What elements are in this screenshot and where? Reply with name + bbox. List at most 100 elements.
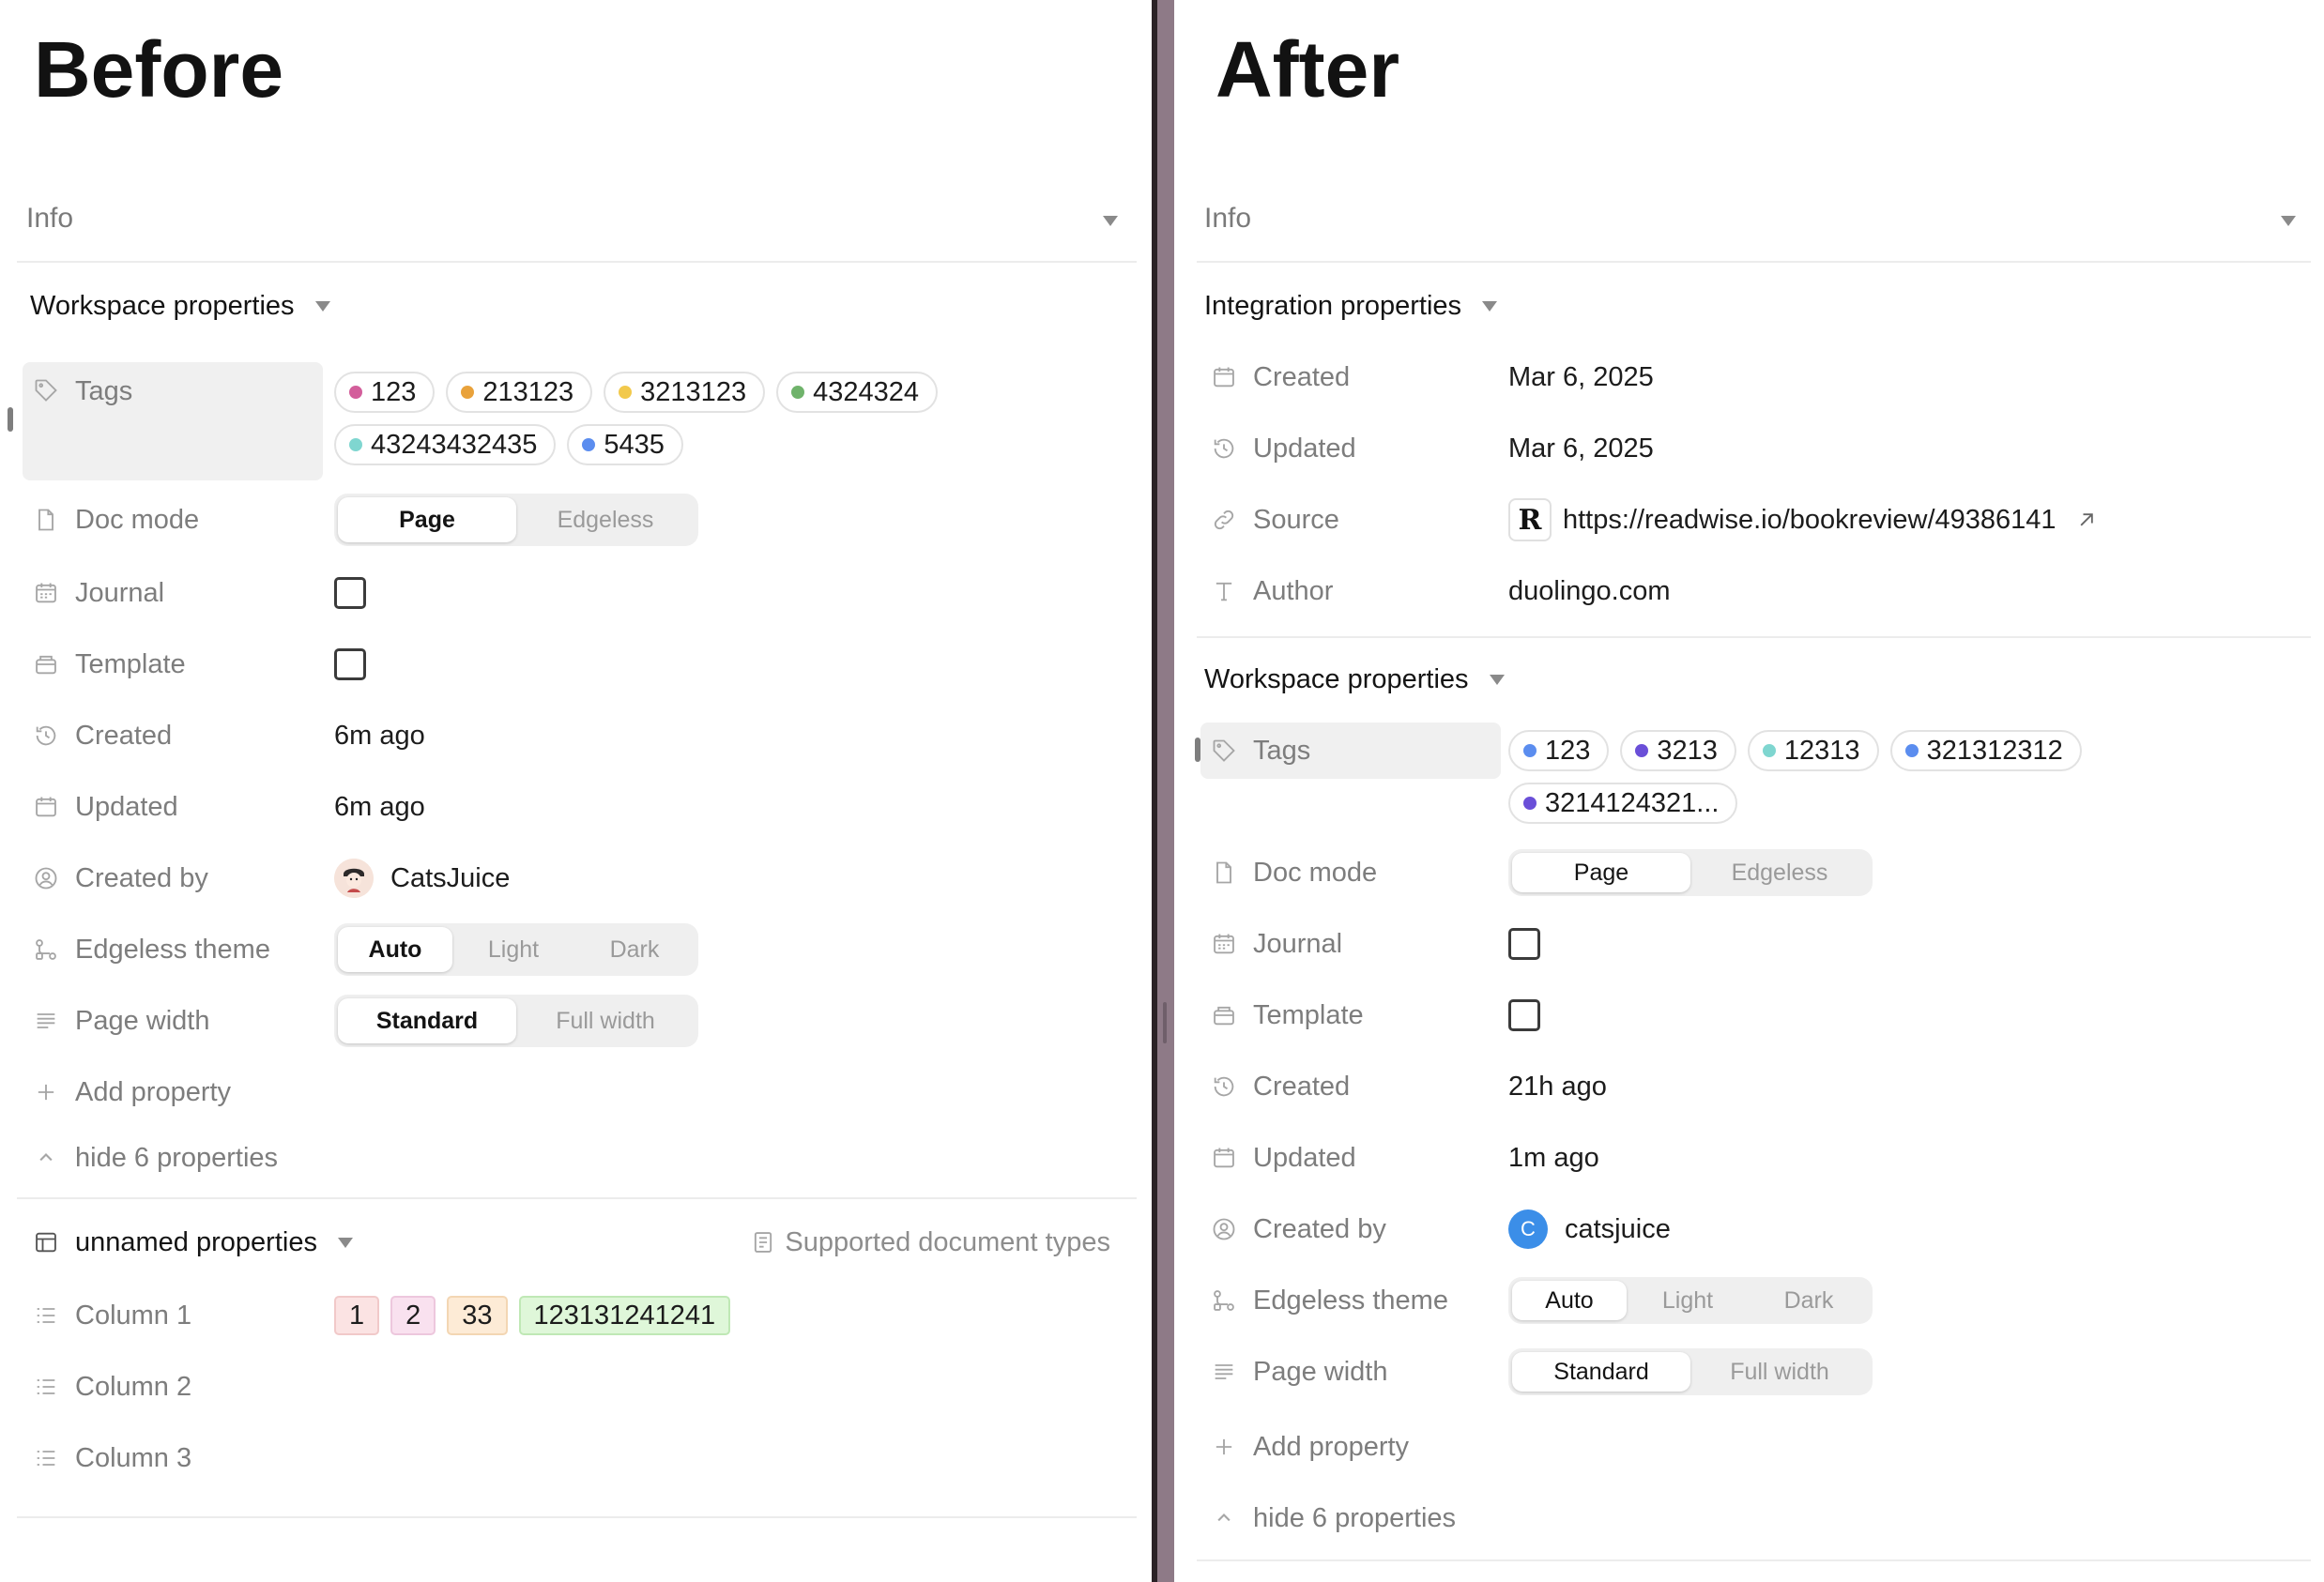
property-name-edgeless-theme[interactable]: Edgeless theme	[1200, 1272, 1501, 1329]
info-label: Info	[1204, 203, 1252, 234]
doc-mode-edgeless-option[interactable]: Edgeless	[516, 497, 695, 542]
tag-chip[interactable]: 123	[334, 372, 436, 413]
tag-list[interactable]: 123 213123 3213123 4324324 43243432435 5435	[334, 372, 1029, 465]
property-name-column[interactable]: Column 3	[23, 1430, 323, 1486]
template-checkbox[interactable]	[1508, 999, 1540, 1031]
property-name-doc-mode[interactable]: Doc mode	[1200, 844, 1501, 901]
property-name-page-width[interactable]: Page width	[23, 993, 323, 1049]
add-property-button[interactable]: Add property	[23, 1064, 1137, 1120]
select-chip[interactable]: 123131241241	[518, 1296, 731, 1335]
tag-chip[interactable]: 5435	[567, 424, 683, 465]
property-name-column[interactable]: Column 2	[23, 1359, 323, 1415]
theme-auto-option[interactable]: Auto	[338, 927, 452, 972]
select-chip[interactable]: 2	[390, 1296, 436, 1335]
property-label: Updated	[75, 791, 178, 822]
tag-chip[interactable]: 3214124321...	[1508, 783, 1738, 824]
workspace-properties-header[interactable]: Workspace properties	[1204, 664, 1505, 695]
property-name-integration-created[interactable]: Created	[1200, 349, 1501, 405]
workspace-properties-header[interactable]: Workspace properties	[30, 291, 330, 322]
doc-mode-page-option[interactable]: Page	[338, 497, 516, 542]
tag-chip[interactable]: 123	[1508, 730, 1610, 771]
doc-mode-toggle[interactable]: Page Edgeless	[1508, 849, 1873, 896]
hide-properties-button[interactable]: hide 6 properties	[23, 1130, 1137, 1186]
select-chip[interactable]: 1	[334, 1296, 380, 1335]
plus-icon	[1210, 1433, 1238, 1461]
property-name-tags[interactable]: Tags	[1200, 723, 1501, 779]
template-checkbox[interactable]	[334, 648, 366, 680]
chevron-down-icon[interactable]	[1482, 301, 1498, 312]
supported-document-types[interactable]: Supported document types	[749, 1214, 1110, 1270]
journal-checkbox[interactable]	[1508, 928, 1540, 960]
chevron-down-icon[interactable]	[1103, 216, 1118, 226]
journal-checkbox[interactable]	[334, 577, 366, 609]
theme-light-option[interactable]: Light	[452, 927, 574, 972]
tag-chip[interactable]: 43243432435	[334, 424, 557, 465]
property-name-template[interactable]: Template	[1200, 987, 1501, 1043]
property-name-updated[interactable]: Updated	[1200, 1130, 1501, 1186]
tag-chip[interactable]: 321312312	[1889, 730, 2082, 771]
property-name-doc-mode[interactable]: Doc mode	[23, 492, 323, 548]
hide-properties-button[interactable]: hide 6 properties	[1200, 1490, 2309, 1546]
page-width-standard-option[interactable]: Standard	[338, 998, 516, 1043]
add-property-button[interactable]: Add property	[1200, 1419, 2309, 1475]
external-link-icon[interactable]	[2073, 507, 2100, 533]
tag-list[interactable]: 123 3213 12313 321312312 3214124321...	[1508, 730, 2147, 824]
chevron-down-icon[interactable]	[2281, 216, 2296, 226]
chevron-down-icon[interactable]	[1489, 675, 1505, 685]
tag-chip[interactable]: 4324324	[776, 372, 938, 413]
tag-label: 321312312	[1926, 735, 2063, 766]
drag-handle[interactable]	[8, 407, 13, 432]
doc-mode-toggle[interactable]: Page Edgeless	[334, 494, 698, 546]
property-label: Template	[1253, 999, 1364, 1030]
property-name-created[interactable]: Created	[23, 707, 323, 764]
property-name-edgeless-theme[interactable]: Edgeless theme	[23, 921, 323, 978]
chevron-down-icon[interactable]	[314, 301, 330, 312]
integration-properties-header[interactable]: Integration properties	[1204, 291, 1498, 322]
property-name-page-width[interactable]: Page width	[1200, 1344, 1501, 1400]
property-name-created-by[interactable]: Created by	[1200, 1201, 1501, 1257]
tag-chip[interactable]: 3213123	[604, 372, 766, 413]
page-width-full-option[interactable]: Full width	[516, 998, 695, 1043]
property-name-journal[interactable]: Journal	[23, 565, 323, 621]
doc-mode-edgeless-option[interactable]: Edgeless	[1690, 853, 1869, 892]
tag-chip[interactable]: 12313	[1747, 730, 1879, 771]
chevron-down-icon[interactable]	[337, 1237, 353, 1248]
page-width-standard-option[interactable]: Standard	[1512, 1352, 1690, 1392]
source-link[interactable]: R https://readwise.io/bookreview/4938614…	[1508, 492, 2100, 548]
theme-dark-option[interactable]: Dark	[574, 927, 695, 972]
tag-color-dot	[461, 386, 475, 399]
property-name-journal[interactable]: Journal	[1200, 916, 1501, 972]
property-row-doc-mode: Doc mode Page Edgeless	[23, 492, 1137, 548]
property-name-tags[interactable]: Tags	[23, 362, 323, 480]
property-name-integration-updated[interactable]: Updated	[1200, 420, 1501, 477]
theme-light-option[interactable]: Light	[1627, 1281, 1749, 1320]
column-value[interactable]: 1 2 33 123131241241	[334, 1287, 742, 1344]
theme-dark-option[interactable]: Dark	[1749, 1281, 1869, 1320]
theme-auto-option[interactable]: Auto	[1512, 1281, 1627, 1320]
resize-handle[interactable]	[1163, 1002, 1167, 1043]
info-header[interactable]: Info	[1197, 197, 2311, 263]
property-name-template[interactable]: Template	[23, 636, 323, 692]
tag-chip[interactable]: 213123	[446, 372, 593, 413]
select-chip[interactable]: 33	[447, 1296, 508, 1335]
template-icon	[32, 650, 60, 678]
source-url[interactable]: https://readwise.io/bookreview/49386141	[1563, 505, 2056, 536]
page-width-toggle[interactable]: Standard Full width	[334, 995, 698, 1047]
property-name-source[interactable]: Source	[1200, 492, 1501, 548]
info-header[interactable]: Info	[17, 197, 1137, 263]
split-divider-gutter[interactable]	[1157, 0, 1174, 1582]
property-name-updated[interactable]: Updated	[23, 779, 323, 835]
unnamed-properties-title-row[interactable]: unnamed properties	[23, 1214, 492, 1270]
property-name-created[interactable]: Created	[1200, 1058, 1501, 1115]
page-width-toggle[interactable]: Standard Full width	[1508, 1348, 1873, 1395]
doc-mode-page-option[interactable]: Page	[1512, 853, 1690, 892]
edgeless-theme-toggle[interactable]: Auto Light Dark	[1508, 1277, 1873, 1324]
checklist-icon	[32, 1373, 60, 1401]
edgeless-theme-toggle[interactable]: Auto Light Dark	[334, 923, 698, 976]
tag-chip[interactable]: 3213	[1620, 730, 1736, 771]
property-row-doc-mode: Doc mode Page Edgeless	[1200, 844, 2309, 901]
property-name-column[interactable]: Column 1	[23, 1287, 323, 1344]
property-name-created-by[interactable]: Created by	[23, 850, 323, 906]
page-width-full-option[interactable]: Full width	[1690, 1352, 1869, 1392]
property-name-author[interactable]: Author	[1200, 563, 1501, 619]
